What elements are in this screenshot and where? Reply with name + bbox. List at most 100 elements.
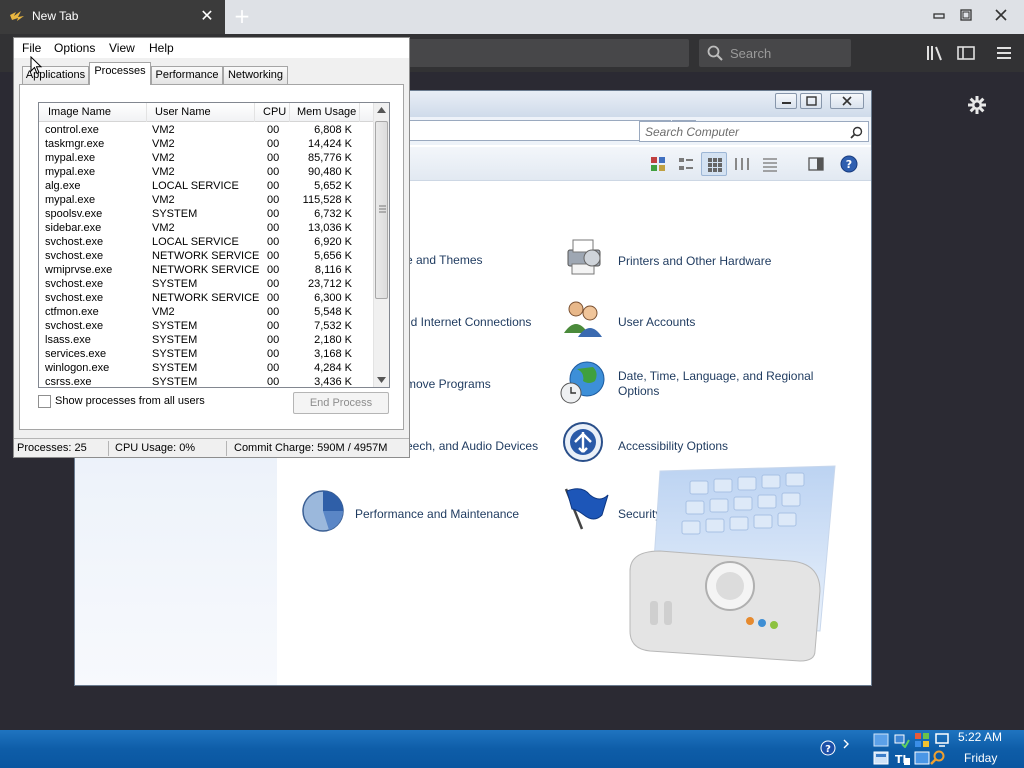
category-label: Printers and Other Hardware [618, 254, 772, 268]
process-list[interactable]: Image Name User Name CPU Mem Usage contr… [38, 102, 390, 388]
table-row[interactable]: spoolsv.exe SYSTEM 00 6,732 K [39, 207, 373, 221]
category-label: Performance and Maintenance [355, 507, 520, 521]
process-mem-usage: 6,300 K [314, 292, 352, 304]
table-row[interactable]: wmiprvse.exe NETWORK SERVICE 00 8,116 K [39, 263, 373, 277]
view-details-icon[interactable] [761, 155, 779, 173]
process-list-scrollbar[interactable] [373, 103, 389, 387]
menu-file[interactable]: File [22, 41, 41, 55]
view-thumbnails-icon[interactable] [649, 155, 667, 173]
table-row[interactable]: control.exe VM2 00 6,808 K [39, 123, 373, 137]
process-user-name: SYSTEM [152, 362, 198, 374]
tray-windows-icon[interactable] [914, 732, 930, 748]
table-row[interactable]: svchost.exe LOCAL SERVICE 00 6,920 K [39, 235, 373, 249]
printer-icon [567, 239, 601, 275]
end-process-button[interactable]: End Process [293, 392, 389, 414]
column-image-name[interactable]: Image Name [39, 103, 147, 122]
tray-show-desktop-icon[interactable] [873, 732, 889, 748]
cp-minimize-button[interactable] [775, 93, 797, 109]
browser-close-button[interactable] [990, 6, 1012, 24]
browser-tab-bar: New Tab ✕ + [0, 0, 1024, 34]
tray-monitor-icon[interactable] [934, 732, 950, 748]
view-tiles-icon[interactable] [677, 155, 695, 173]
process-user-name: SYSTEM [152, 376, 198, 388]
menu-view[interactable]: View [109, 41, 135, 55]
status-processes: Processes: 25 [17, 442, 87, 454]
cp-maximize-button[interactable] [800, 93, 822, 109]
process-mem-usage: 4,284 K [314, 362, 352, 374]
table-row[interactable]: alg.exe LOCAL SERVICE 00 5,652 K [39, 179, 373, 193]
process-user-name: VM2 [152, 138, 175, 150]
sidebar-toggle-icon[interactable] [956, 43, 976, 63]
tray-expand-chevron-icon[interactable] [842, 738, 850, 754]
menu-options[interactable]: Options [54, 41, 95, 55]
table-row[interactable]: taskmgr.exe VM2 00 14,424 K [39, 137, 373, 151]
library-icon[interactable] [925, 43, 945, 63]
help-tray-icon[interactable]: ? [820, 740, 836, 756]
table-row[interactable]: mypal.exe VM2 00 115,528 K [39, 193, 373, 207]
process-mem-usage: 3,436 K [314, 376, 352, 388]
process-image-name: control.exe [45, 124, 99, 136]
table-row[interactable]: sidebar.exe VM2 00 13,036 K [39, 221, 373, 235]
table-row[interactable]: lsass.exe SYSTEM 00 2,180 K [39, 333, 373, 347]
process-user-name: LOCAL SERVICE [152, 236, 239, 248]
process-user-name: SYSTEM [152, 208, 198, 220]
preview-pane-icon[interactable] [807, 155, 825, 173]
url-bar[interactable] [405, 39, 689, 67]
process-cpu: 00 [267, 306, 280, 318]
column-mem-usage[interactable]: Mem Usage [290, 103, 360, 122]
cp-address-field[interactable] [405, 120, 671, 141]
tab-performance[interactable]: Performance [151, 66, 223, 84]
cp-close-button[interactable] [830, 93, 864, 109]
table-row[interactable]: svchost.exe SYSTEM 00 23,712 K [39, 277, 373, 291]
new-tab-plus-icon[interactable]: + [230, 4, 254, 28]
mypal-logo-icon [10, 11, 24, 21]
hamburger-menu-icon[interactable] [994, 43, 1014, 63]
browser-tab-new-tab[interactable]: New Tab ✕ [0, 0, 225, 34]
tab-close-icon[interactable]: ✕ [198, 6, 216, 26]
tray-language-icon[interactable]: Tl [894, 750, 910, 766]
process-user-name: NETWORK SERVICE [152, 250, 260, 262]
help-icon[interactable]: ? [840, 155, 858, 173]
table-row[interactable]: svchost.exe NETWORK SERVICE 00 6,300 K [39, 291, 373, 305]
menu-help[interactable]: Help [149, 41, 174, 55]
table-row[interactable]: mypal.exe VM2 00 90,480 K [39, 165, 373, 179]
table-row[interactable]: mypal.exe VM2 00 85,776 K [39, 151, 373, 165]
category-user-accounts[interactable]: User Accounts [562, 297, 822, 337]
tab-processes[interactable]: Processes [89, 62, 151, 85]
column-user-name[interactable]: User Name [147, 103, 255, 122]
scroll-up-icon[interactable] [377, 107, 386, 113]
tray-network-icon[interactable] [894, 732, 910, 748]
cp-search-input[interactable]: Search Computer [639, 121, 869, 142]
table-row[interactable]: svchost.exe NETWORK SERVICE 00 5,656 K [39, 249, 373, 263]
table-row[interactable]: winlogon.exe SYSTEM 00 4,284 K [39, 361, 373, 375]
tray-app-icon[interactable] [873, 750, 889, 766]
tab-networking[interactable]: Networking [223, 66, 288, 84]
view-icons-button-active[interactable] [701, 152, 727, 176]
restore-icon [960, 9, 972, 21]
category-date-time-language[interactable]: Date, Time, Language, and Regional Optio… [560, 359, 822, 409]
process-mem-usage: 2,180 K [314, 334, 352, 346]
category-performance-maintenance[interactable]: Performance and Maintenance [299, 485, 579, 532]
column-cpu[interactable]: CPU [255, 103, 290, 122]
tray-window-icon[interactable] [914, 750, 930, 766]
clock-time[interactable]: 5:22 AM [958, 730, 1002, 744]
browser-restore-button[interactable] [955, 6, 977, 24]
gear-icon[interactable] [966, 94, 988, 116]
category-printers-hardware[interactable]: Printers and Other Hardware [562, 236, 822, 276]
search-bar[interactable]: Search [699, 39, 851, 67]
process-cpu: 00 [267, 320, 280, 332]
view-list-icon[interactable] [733, 155, 751, 173]
show-all-processes-checkbox[interactable]: Show processes from all users [38, 394, 238, 410]
table-row[interactable]: csrss.exe SYSTEM 00 3,436 K [39, 375, 373, 388]
checkbox-box[interactable] [38, 395, 51, 408]
table-row[interactable]: svchost.exe SYSTEM 00 7,532 K [39, 319, 373, 333]
browser-minimize-button[interactable] [928, 6, 950, 24]
table-row[interactable]: services.exe SYSTEM 00 3,168 K [39, 347, 373, 361]
scroll-down-icon[interactable] [377, 377, 386, 383]
search-icon[interactable] [850, 126, 863, 139]
process-user-name: SYSTEM [152, 334, 198, 346]
scrollbar-thumb[interactable] [375, 121, 388, 299]
tray-search-icon[interactable] [930, 750, 946, 766]
process-image-name: alg.exe [45, 180, 81, 192]
table-row[interactable]: ctfmon.exe VM2 00 5,548 K [39, 305, 373, 319]
